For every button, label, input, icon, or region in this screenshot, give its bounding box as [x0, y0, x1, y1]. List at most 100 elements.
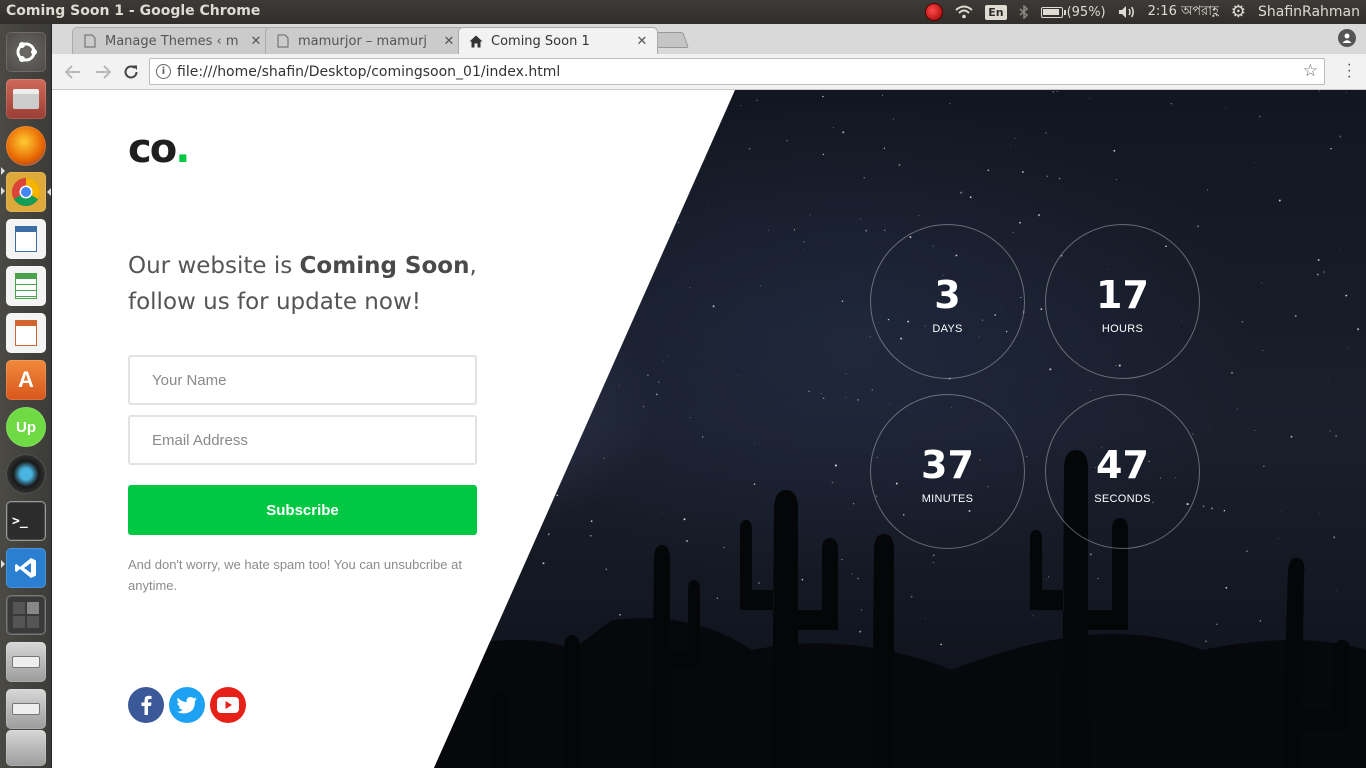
name-input[interactable]	[128, 355, 477, 405]
window-title: Coming Soon 1 - Google Chrome	[6, 3, 261, 19]
reload-icon[interactable]	[120, 61, 142, 83]
url-text: file:///home/shafin/Desktop/comingsoon_0…	[177, 63, 561, 80]
star-dot	[498, 213, 499, 215]
user-name[interactable]: ShafinRahman	[1258, 4, 1360, 20]
bookmark-star-icon[interactable]: ☆	[1303, 61, 1318, 81]
close-icon[interactable]: ✕	[249, 34, 263, 49]
star-dot	[685, 190, 688, 192]
page-headline: Our website is Coming Soon, follow us fo…	[128, 248, 508, 320]
star-dot	[507, 170, 509, 172]
spam-note: And don't worry, we hate spam too! You c…	[128, 557, 462, 593]
terminal-icon[interactable]: >_	[6, 501, 46, 541]
firefox-icon[interactable]	[6, 126, 46, 166]
star-dot	[595, 116, 598, 120]
system-tray: En (95%) 2:16 অপরাহ্ণ ⚙ ShafinRahman	[925, 0, 1360, 24]
upwork-icon[interactable]: Up	[6, 407, 46, 447]
writer-icon[interactable]	[6, 219, 46, 259]
star-dot	[444, 227, 445, 228]
star-dot	[453, 175, 456, 178]
tab-mamurjor[interactable]: mamurjor – mamurj ✕	[265, 27, 465, 54]
drive-icon[interactable]	[6, 689, 46, 729]
gear-icon[interactable]: ⚙	[1231, 2, 1246, 22]
star-dot	[559, 233, 562, 236]
star-dot	[558, 214, 560, 217]
keyboard-layout-indicator[interactable]: En	[985, 4, 1007, 20]
star-dot	[549, 497, 552, 499]
facebook-icon[interactable]	[128, 687, 164, 723]
star-dot	[503, 583, 505, 584]
countdown-unit: Minutes	[921, 492, 974, 505]
countdown-unit: Seconds	[1094, 492, 1151, 505]
address-bar[interactable]: i file:///home/shafin/Desktop/comingsoon…	[149, 58, 1325, 85]
camera-icon[interactable]	[6, 454, 46, 494]
star-dot	[484, 233, 486, 235]
star-dot	[587, 90, 590, 93]
back-arrow-icon[interactable]	[62, 61, 84, 83]
star-dot	[632, 309, 634, 312]
star-dot	[543, 337, 546, 340]
record-indicator-icon[interactable]	[925, 3, 944, 21]
countdown-value: 47	[1096, 442, 1149, 487]
star-dot	[502, 150, 504, 152]
running-indicator-icon	[1, 167, 5, 175]
tab-title: Coming Soon 1	[491, 33, 590, 49]
trash-icon[interactable]	[6, 730, 46, 766]
bluetooth-icon[interactable]	[1019, 5, 1029, 19]
battery-percent: (95%)	[1066, 4, 1106, 20]
star-dot	[434, 637, 437, 639]
menu-dots-icon[interactable]: · · ·	[1347, 57, 1352, 85]
twitter-icon[interactable]	[169, 687, 205, 723]
youtube-icon[interactable]	[210, 687, 246, 723]
profile-icon[interactable]	[1338, 29, 1356, 47]
close-icon[interactable]: ✕	[442, 34, 456, 49]
countdown-days: 3 Days	[870, 224, 1025, 379]
close-icon[interactable]: ✕	[635, 34, 649, 49]
tab-title: mamurjor – mamurj	[298, 33, 428, 49]
system-top-bar: Coming Soon 1 - Google Chrome En (95%) 2…	[0, 0, 1366, 24]
subscribe-button[interactable]: Subscribe	[128, 485, 477, 535]
volume-icon[interactable]	[1118, 5, 1136, 19]
star-dot	[568, 414, 570, 417]
home-icon	[469, 34, 483, 48]
email-input[interactable]	[128, 415, 477, 465]
star-dot	[605, 259, 607, 261]
ubuntu-dash-icon[interactable]	[6, 32, 46, 72]
calc-icon[interactable]	[6, 266, 46, 306]
software-center-icon[interactable]: A	[6, 360, 46, 400]
star-dot	[536, 273, 538, 275]
wifi-icon[interactable]	[955, 5, 973, 19]
tab-title: Manage Themes ‹ m	[105, 33, 239, 49]
headline-emphasis: Coming Soon	[299, 253, 470, 279]
forward-arrow-icon[interactable]	[92, 61, 114, 83]
star-dot	[527, 342, 530, 345]
logo-dot: .	[175, 126, 190, 172]
info-icon[interactable]: i	[156, 64, 171, 79]
headline-comma: ,	[469, 253, 477, 279]
star-dot	[554, 190, 557, 193]
browser-toolbar: i file:///home/shafin/Desktop/comingsoon…	[52, 54, 1366, 90]
tab-coming-soon[interactable]: Coming Soon 1 ✕	[458, 27, 658, 54]
star-dot	[531, 367, 533, 369]
logo[interactable]: co.	[128, 126, 190, 172]
star-dot	[640, 285, 641, 287]
star-dot	[589, 110, 590, 112]
battery-level	[1042, 8, 1059, 15]
battery-indicator[interactable]: (95%)	[1040, 4, 1106, 20]
headline-line-2: follow us for update now!	[128, 289, 421, 315]
star-dot	[543, 263, 545, 265]
running-indicator-icon	[1, 560, 5, 568]
browser-tab-strip: Manage Themes ‹ m ✕ mamurjor – mamurj ✕ …	[52, 24, 1366, 54]
clock[interactable]: 2:16 অপরাহ্ণ	[1148, 2, 1219, 23]
launcher: A Up >_	[0, 24, 52, 768]
workspaces-icon[interactable]	[6, 595, 46, 635]
logo-text: co	[128, 126, 177, 172]
star-dot	[570, 183, 572, 185]
files-icon[interactable]	[6, 79, 46, 119]
vscode-icon[interactable]	[6, 548, 46, 588]
countdown-value: 3	[934, 272, 961, 317]
tab-manage-themes[interactable]: Manage Themes ‹ m ✕	[72, 27, 272, 54]
running-indicator-icon	[1, 187, 5, 195]
impress-icon[interactable]	[6, 313, 46, 353]
drive-icon[interactable]	[6, 642, 46, 682]
chrome-icon[interactable]	[6, 172, 46, 212]
